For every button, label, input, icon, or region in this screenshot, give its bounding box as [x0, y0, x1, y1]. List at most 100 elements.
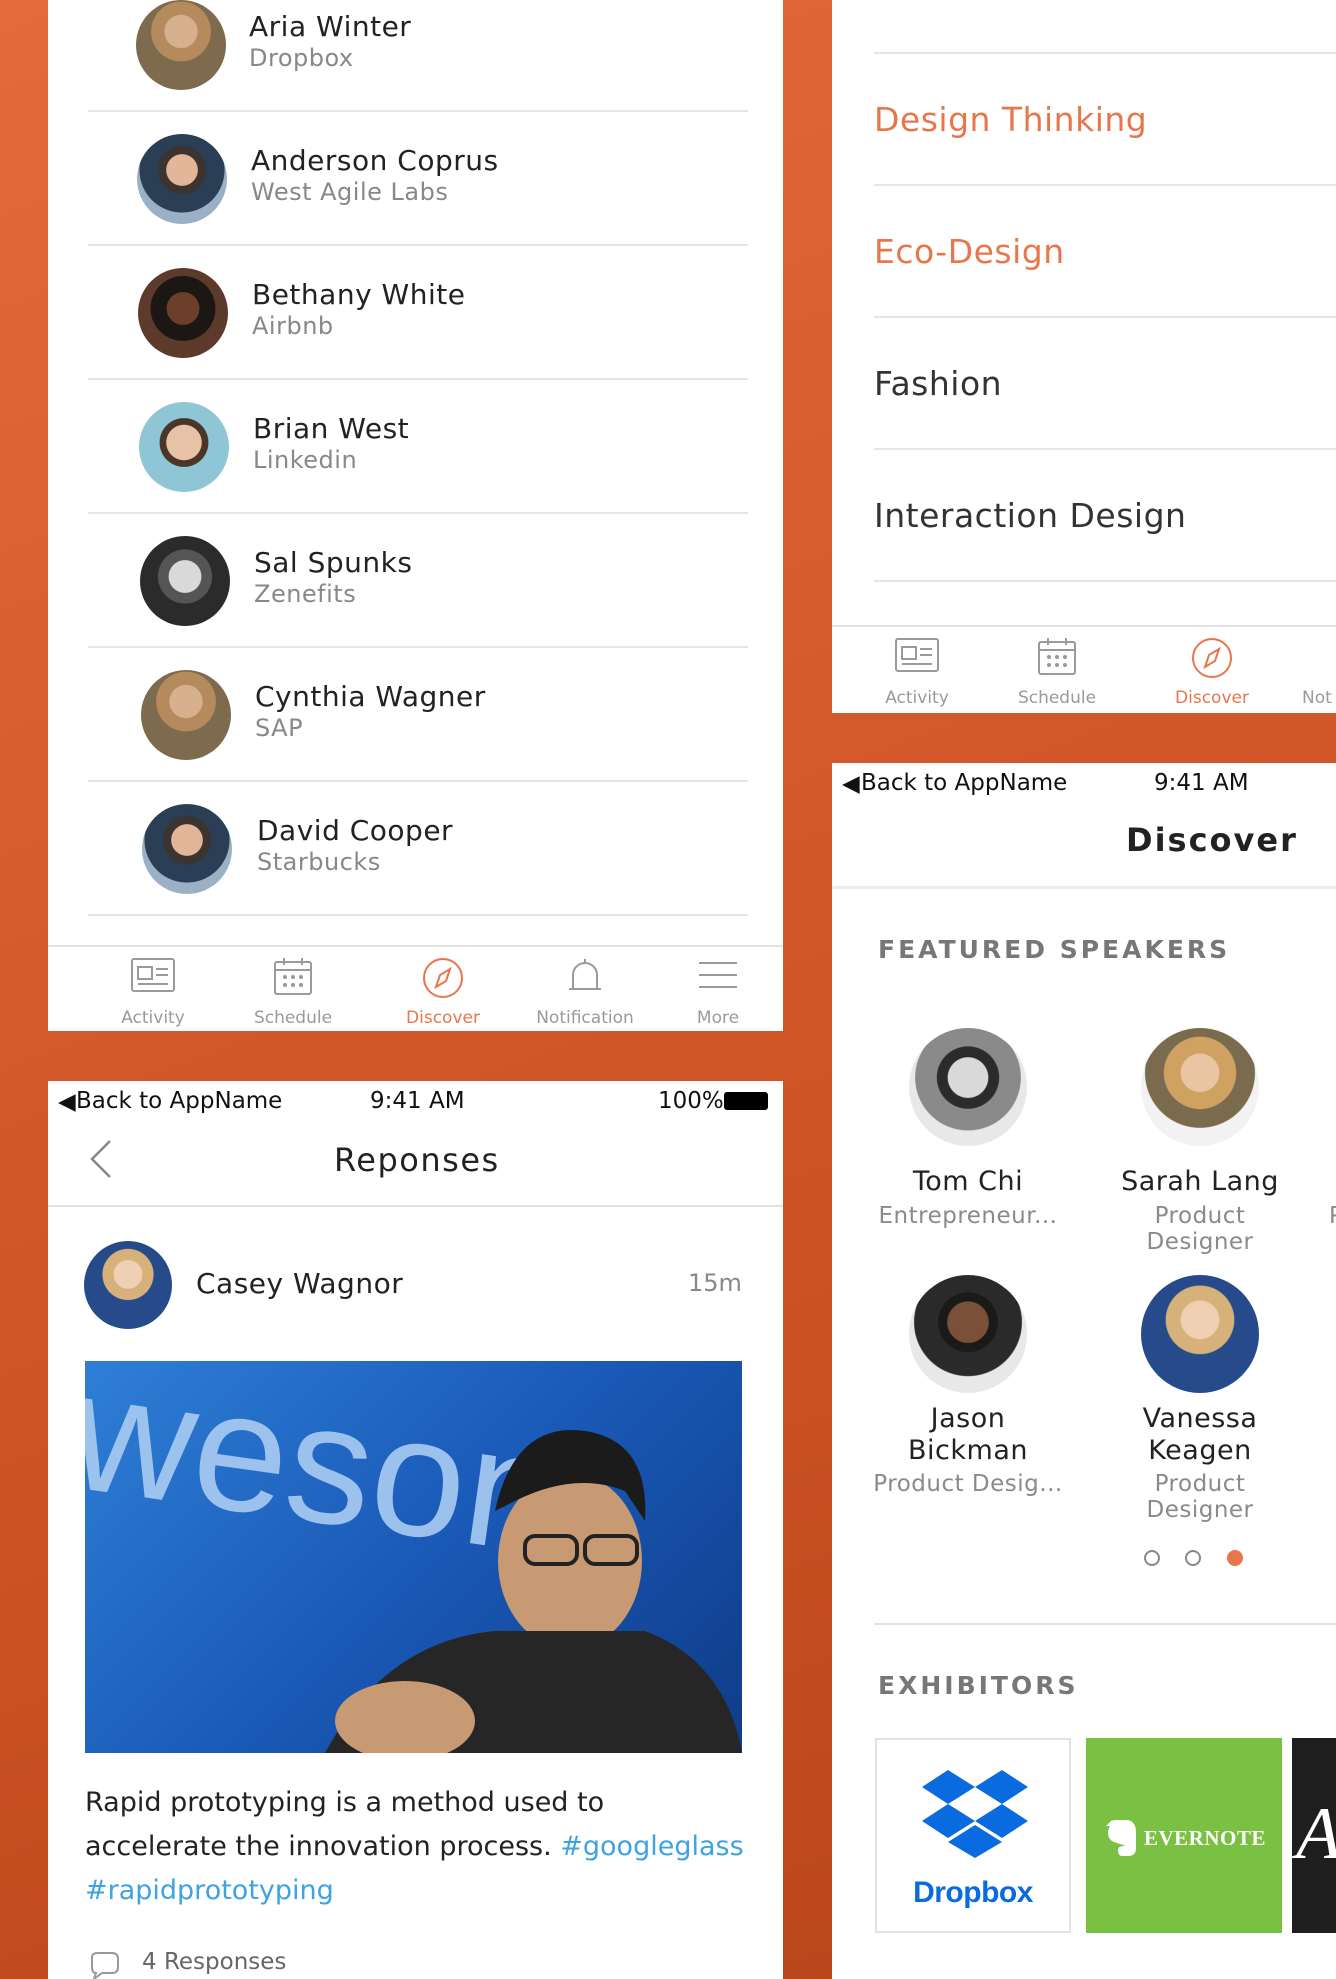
speaker-name: Tom Chi — [912, 1166, 1024, 1197]
tab-label: Notification — [536, 1008, 634, 1028]
person-name: David Cooper — [257, 814, 454, 847]
topic-row[interactable]: Design Thinking — [874, 54, 1336, 186]
dropbox-icon — [922, 1770, 1028, 1858]
tab-schedule[interactable]: Schedule — [228, 947, 358, 1031]
person-name: Brian West — [253, 412, 410, 445]
exhibitor-partial[interactable]: A — [1292, 1738, 1336, 1933]
back-caret-icon[interactable]: ◀ — [58, 1089, 76, 1115]
status-time: 9:41 AM — [1154, 770, 1249, 796]
divider — [874, 1623, 1336, 1625]
post-image[interactable]: weson — [85, 1361, 742, 1753]
back-to-app-link[interactable]: Back to AppName — [861, 770, 1067, 796]
exhibitors-heading: EXHIBITORS — [878, 1671, 1079, 1700]
speaker-name: Jason Bickman — [908, 1403, 1028, 1466]
status-bar: ◀ Back to AppName 9:41 AM 100% — [48, 1081, 783, 1121]
tab-label: Not — [1302, 688, 1332, 708]
back-arrow-icon[interactable] — [86, 1137, 114, 1181]
exhibitor-evernote[interactable]: EVERNOTE — [1086, 1738, 1282, 1933]
responses-screen: ◀ Back to AppName 9:41 AM 100% Reponses … — [48, 1081, 783, 1979]
page-title: Reponses — [334, 1141, 500, 1179]
person-row[interactable]: Cynthia Wagner SAP — [88, 648, 748, 782]
page-dot[interactable] — [1185, 1550, 1201, 1566]
speaker-avatar — [909, 1275, 1027, 1393]
person-company: West Agile Labs — [251, 178, 449, 206]
hashtag-link[interactable]: #googleglass — [560, 1831, 743, 1862]
calendar-icon — [1038, 638, 1076, 675]
tab-label: Schedule — [1017, 688, 1097, 708]
page-dot[interactable] — [1144, 1550, 1160, 1566]
person-name: Bethany White — [252, 278, 466, 311]
person-row[interactable]: Bethany White Airbnb — [88, 246, 748, 380]
exhibitor-name: Dropbox — [913, 1876, 1033, 1909]
speaker-card[interactable]: Vanessa Keagen Product Designer — [1100, 1275, 1300, 1523]
back-to-app-link[interactable]: Back to AppName — [76, 1088, 282, 1114]
speaker-avatar — [1141, 1028, 1259, 1146]
post-text: Rapid prototyping is a method used to ac… — [85, 1787, 605, 1862]
responses-count[interactable]: 4 Responses — [142, 1949, 286, 1975]
page-dot-active[interactable] — [1227, 1550, 1243, 1566]
status-time: 9:41 AM — [370, 1088, 465, 1114]
speaker-role: Product Desig... — [873, 1471, 1063, 1497]
status-bar: ◀ Back to AppName 9:41 AM — [832, 763, 1336, 803]
speaker-card[interactable]: Tom Chi Entrepreneur... — [868, 1028, 1068, 1229]
avatar — [142, 804, 232, 894]
author-name[interactable]: Casey Wagnor — [196, 1267, 403, 1300]
topic-row[interactable]: Eco-Design — [874, 186, 1336, 318]
avatar — [136, 0, 226, 90]
tab-discover[interactable]: Discover — [378, 947, 508, 1031]
topic-row[interactable]: Interaction Design — [874, 450, 1336, 582]
tab-bar: Activity Schedule Discover Not — [832, 625, 1336, 713]
topic-label: Fashion — [874, 364, 1003, 403]
avatar — [140, 536, 230, 626]
hashtag-link[interactable]: #rapidprototyping — [85, 1875, 334, 1906]
featured-speakers-heading: FEATURED SPEAKERS — [878, 935, 1231, 964]
calendar-icon — [274, 958, 312, 995]
tab-discover[interactable]: Discover — [1147, 627, 1277, 713]
tab-activity[interactable]: Activity — [98, 947, 208, 1031]
tab-schedule[interactable]: Schedule — [992, 627, 1122, 713]
exhibitor-name: EVERNOTE — [1144, 1826, 1266, 1850]
evernote-elephant-icon — [1106, 1820, 1136, 1856]
speaker-role: Product Designer — [1146, 1203, 1254, 1255]
tab-activity[interactable]: Activity — [862, 627, 972, 713]
speaker-card[interactable]: Jason Bickman Product Desig... — [868, 1275, 1068, 1497]
back-caret-icon[interactable]: ◀ — [842, 771, 860, 797]
topics-screen: Design Thinking Eco-Design Fashion Inter… — [832, 0, 1336, 713]
compass-icon — [423, 958, 463, 998]
tab-label: Activity — [885, 688, 949, 708]
speaker-name: Sarah Lang — [1121, 1166, 1279, 1197]
person-row[interactable]: Sal Spunks Zenefits — [88, 514, 748, 648]
person-name: Cynthia Wagner — [255, 680, 486, 713]
speaker-role: Product Designer — [1146, 1471, 1254, 1523]
speaker-role-cut: P — [1329, 1203, 1336, 1229]
author-avatar[interactable] — [84, 1241, 172, 1329]
exhibitor-dropbox[interactable]: Dropbox — [875, 1738, 1071, 1933]
person-row[interactable]: David Cooper Starbucks — [88, 782, 748, 916]
person-row[interactable]: Anderson Coprus West Agile Labs — [88, 112, 748, 246]
avatar — [138, 268, 228, 358]
person-company: Airbnb — [252, 312, 334, 340]
avatar — [137, 134, 227, 224]
battery-icon — [724, 1092, 768, 1110]
tab-notification[interactable]: Notification — [510, 947, 660, 1031]
person-company: Zenefits — [254, 580, 357, 608]
person-row[interactable]: Brian West Linkedin — [88, 380, 748, 514]
person-row[interactable]: Aria Winter Dropbox — [88, 0, 748, 112]
topic-row[interactable]: Fashion — [874, 318, 1336, 450]
activity-icon — [131, 958, 175, 992]
topic-label: Interaction Design — [874, 496, 1187, 535]
tab-more[interactable]: More — [668, 947, 768, 1031]
battery-percent: 100% — [658, 1088, 724, 1114]
divider — [832, 886, 1336, 889]
person-company: Starbucks — [257, 848, 381, 876]
activity-icon — [895, 638, 939, 672]
menu-icon — [699, 962, 737, 988]
person-company: Dropbox — [249, 44, 354, 72]
speaker-card[interactable]: Sarah Lang Product Designer — [1100, 1028, 1300, 1255]
divider — [48, 1205, 783, 1207]
tab-label: More — [696, 1008, 740, 1028]
tab-label: Discover — [1175, 688, 1249, 708]
tab-notification[interactable]: Not — [1302, 627, 1336, 713]
tab-label: Discover — [406, 1008, 480, 1028]
speaker-name: Vanessa Keagen — [1142, 1403, 1258, 1466]
